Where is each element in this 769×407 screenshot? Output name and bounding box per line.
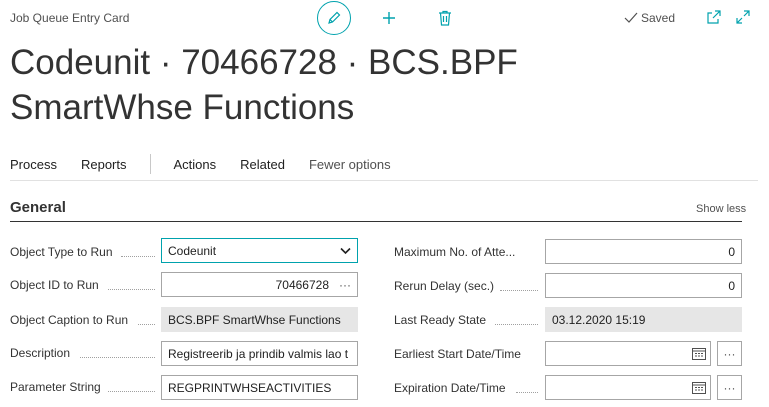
field-label-earliest-start: Earliest Start Date/Time bbox=[394, 347, 521, 361]
action-process[interactable]: Process bbox=[10, 157, 57, 172]
page-title: Codeunit · 70466728 · BCS.BPF SmartWhse … bbox=[10, 43, 518, 127]
calendar-icon[interactable] bbox=[692, 347, 706, 360]
field-label-rerun-delay: Rerun Delay (sec.) bbox=[394, 279, 495, 293]
expiration-input[interactable] bbox=[545, 375, 711, 400]
action-actions[interactable]: Actions bbox=[174, 157, 217, 172]
object-type-value: Codeunit bbox=[168, 243, 217, 258]
field-label-object-id: Object ID to Run bbox=[10, 278, 99, 292]
saved-label: Saved bbox=[641, 11, 676, 25]
description-input[interactable]: Registreerib ja prindib valmis lao t bbox=[161, 341, 358, 366]
trash-icon bbox=[439, 10, 451, 26]
pencil-icon bbox=[328, 11, 341, 24]
saved-status: Saved bbox=[624, 11, 675, 25]
delete-button[interactable] bbox=[435, 8, 455, 28]
checkmark-icon bbox=[624, 12, 638, 23]
edit-button[interactable] bbox=[317, 1, 351, 35]
field-label-description: Description bbox=[10, 346, 71, 360]
calendar-icon[interactable] bbox=[692, 381, 706, 394]
field-leader bbox=[108, 391, 155, 392]
field-leader bbox=[80, 357, 155, 358]
parameter-string-input[interactable]: REGPRINTWHSEACTIVITIES bbox=[161, 375, 358, 400]
field-label-object-caption: Object Caption to Run bbox=[10, 313, 129, 327]
open-in-new-window-button[interactable] bbox=[705, 8, 723, 26]
page-type-caption: Job Queue Entry Card bbox=[10, 11, 130, 25]
expiration-assist-button[interactable]: ··· bbox=[717, 375, 742, 400]
action-separator bbox=[149, 154, 151, 174]
new-button[interactable] bbox=[379, 8, 399, 28]
chevron-down-icon bbox=[340, 247, 351, 254]
show-less-link[interactable]: Show less bbox=[696, 203, 746, 215]
field-leader bbox=[495, 324, 538, 325]
section-divider bbox=[10, 221, 742, 222]
expand-button[interactable] bbox=[734, 8, 752, 26]
field-label-expiration: Expiration Date/Time bbox=[394, 381, 506, 395]
field-label-object-type: Object Type to Run bbox=[10, 245, 113, 259]
action-fewer-options[interactable]: Fewer options bbox=[309, 157, 391, 172]
field-leader bbox=[516, 392, 538, 393]
field-label-parameter-string: Parameter String bbox=[10, 380, 101, 394]
action-bar: Process Reports Actions Related Fewer op… bbox=[10, 154, 391, 174]
action-related[interactable]: Related bbox=[240, 157, 285, 172]
field-leader bbox=[138, 324, 155, 325]
earliest-start-assist-button[interactable]: ··· bbox=[717, 341, 742, 366]
object-id-value: 70466728 bbox=[275, 277, 329, 292]
field-label-last-ready-state: Last Ready State bbox=[394, 313, 487, 327]
earliest-start-input[interactable] bbox=[545, 341, 711, 366]
open-in-new-window-icon bbox=[707, 10, 721, 24]
action-bar-divider bbox=[10, 180, 758, 181]
max-attempts-input[interactable]: 0 bbox=[545, 239, 742, 264]
section-title-general[interactable]: General bbox=[10, 199, 66, 216]
object-id-input[interactable]: 70466728 ··· bbox=[161, 272, 358, 297]
field-leader bbox=[500, 290, 538, 291]
field-leader bbox=[121, 256, 155, 257]
field-label-max-attempts: Maximum No. of Atte... bbox=[394, 245, 516, 259]
action-reports[interactable]: Reports bbox=[81, 157, 127, 172]
expand-icon bbox=[736, 10, 750, 24]
object-type-select[interactable]: Codeunit bbox=[161, 238, 358, 263]
plus-icon bbox=[383, 12, 395, 24]
rerun-delay-input[interactable]: 0 bbox=[545, 273, 742, 298]
object-id-lookup-button[interactable]: ··· bbox=[339, 278, 351, 292]
object-caption-field: BCS.BPF SmartWhse Functions bbox=[161, 307, 358, 332]
field-leader bbox=[108, 289, 155, 290]
last-ready-state-field: 03.12.2020 15:19 bbox=[545, 307, 742, 332]
